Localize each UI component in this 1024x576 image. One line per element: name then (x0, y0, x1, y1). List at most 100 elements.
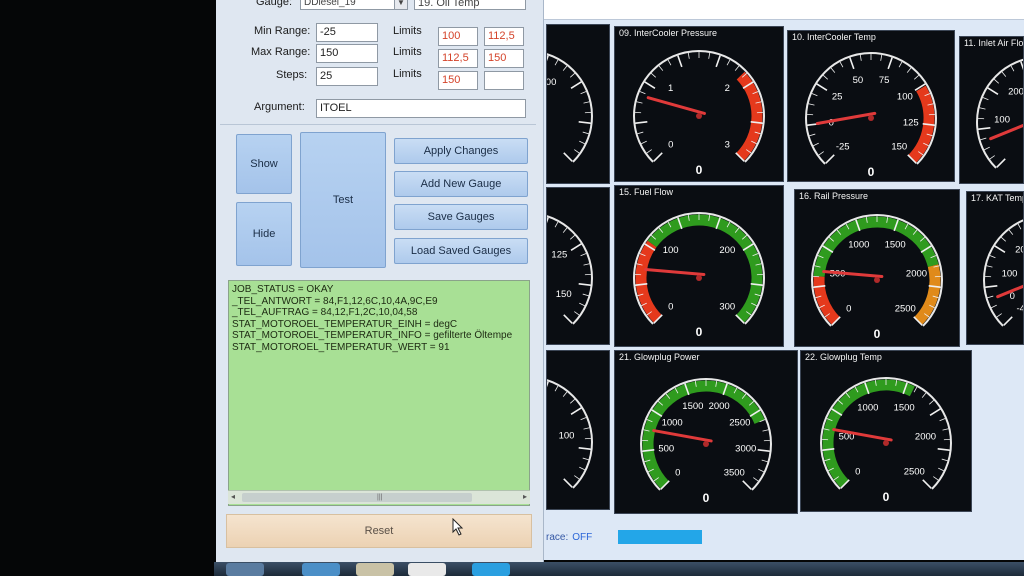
gauge-tick (816, 83, 828, 92)
gauge-hub (874, 277, 880, 283)
gauge-tick-label: 100 (897, 92, 913, 103)
gauge-11-inlet-air-flow[interactable]: 200 100 11. Inlet Air Flow (959, 36, 1024, 184)
gauge-tick (839, 61, 844, 68)
gauge-tick (578, 121, 591, 124)
apply-changes-button[interactable]: Apply Changes (394, 138, 528, 164)
gauge-tick (942, 428, 949, 431)
gauge-tick-label: 100 (1002, 269, 1018, 280)
reset-button[interactable]: Reset (226, 514, 532, 548)
gauge-dial: 100125150 (547, 215, 593, 325)
gauge-tick (996, 158, 1006, 168)
limit-2-high[interactable]: 150 (484, 49, 524, 68)
argument-input[interactable]: ITOEL (316, 99, 526, 118)
gauge-08[interactable]: 75100 (546, 24, 610, 184)
add-new-gauge-button[interactable]: Add New Gauge (394, 171, 528, 197)
gauge-14[interactable]: 100125150 (546, 187, 610, 345)
gauge-select[interactable]: DDiesel_19 ▼ (300, 0, 408, 10)
gauge-tick (569, 399, 575, 404)
status-label: race: (546, 532, 569, 543)
limit-3-low[interactable]: 150 (438, 71, 478, 90)
gauge-20[interactable]: 80100 (546, 350, 610, 510)
gauge-tick-label: 1000 (662, 418, 683, 429)
limits-label-1: Limits (393, 25, 422, 37)
gauge-tick (547, 55, 549, 62)
gauge-reading: 0 (868, 165, 875, 179)
gauge-tick (941, 458, 948, 462)
gauge-tick (563, 478, 573, 488)
gauge-tick (637, 131, 644, 135)
scroll-left-icon[interactable]: ◂ (231, 492, 235, 501)
limit-2-low[interactable]: 112,5 (438, 49, 478, 68)
gauge-tick-label: 1500 (885, 239, 906, 250)
gauge-tick (761, 459, 768, 463)
skype-icon[interactable] (472, 563, 510, 576)
gauge-hub (696, 275, 702, 281)
gauge-tick (667, 59, 672, 66)
gauge-tick (994, 245, 1006, 254)
gauge-tick-label: 3500 (724, 467, 745, 478)
gauge-15-fuel-flow[interactable]: 0 100 200 300 0 15. Fuel Flow (614, 185, 784, 347)
gauge-tick-label: 2000 (906, 269, 927, 280)
taskbar-app-icon[interactable] (226, 563, 264, 576)
gauge-name-field[interactable]: 19. Oil Temp (414, 0, 526, 10)
gauge-tick (849, 57, 855, 70)
response-log[interactable]: JOB_STATUS = OKAY _TEL_ANTWORT = 84,F1,1… (228, 280, 530, 506)
gauge-21-glowplug-power[interactable]: 0 500 1000 1500 2000 2500 3000 3500 0 21. Glowplu… (614, 350, 798, 514)
scroll-right-icon[interactable]: ▸ (523, 492, 527, 501)
limit-1-high[interactable]: 112,5 (484, 27, 524, 46)
gauge-title: 22. Glowplug Temp (805, 352, 882, 362)
gauge-17-kat-temp[interactable]: 2001000-417. KAT Temp (966, 191, 1024, 345)
gauge-tick (859, 54, 862, 61)
gauge-tick (658, 65, 664, 71)
gauge-tick-label: 2500 (729, 418, 750, 429)
load-saved-gauges-button[interactable]: Load Saved Gauges (394, 238, 528, 264)
save-gauges-button[interactable]: Save Gauges (394, 204, 528, 230)
gauge-hub (883, 440, 889, 446)
gauge-tick (582, 131, 589, 135)
gauge-tick (825, 154, 835, 164)
max-range-input[interactable]: 150 (316, 44, 378, 63)
gauge-tick (554, 385, 559, 392)
limit-1-low[interactable]: 100 (438, 27, 478, 46)
gauge-tick (547, 381, 549, 388)
gauge-tick (1003, 316, 1013, 326)
log-horizontal-scrollbar[interactable]: ◂ ||| ▸ (228, 490, 530, 504)
taskbar-app-icon[interactable] (356, 563, 394, 576)
gauge-title: 09. InterCooler Pressure (619, 28, 718, 38)
gauge-hub (696, 113, 702, 119)
gauge-10-intercooler-temp[interactable]: -25 0 25 50 75 100 125 150 0 10. InterCooler Temp (787, 30, 955, 182)
gauge-tick (939, 418, 946, 422)
gauge-tick (928, 400, 934, 405)
show-button[interactable]: Show (236, 134, 292, 194)
taskbar-app-icon[interactable] (302, 563, 340, 576)
gauge-tick (1001, 237, 1007, 242)
gauge-tick-label: 0 (855, 466, 860, 477)
min-range-input[interactable]: -25 (316, 23, 378, 42)
gauge-tick (757, 449, 770, 452)
gauge-tick (753, 477, 759, 482)
gauge-reading: 0 (883, 490, 890, 504)
hide-button[interactable]: Hide (236, 202, 292, 266)
gauge-tick (641, 140, 647, 145)
gauge-16-rail-pressure[interactable]: 0 500 1000 1500 2000 2500 0 16. Rail Pressure (794, 189, 960, 347)
gauge-tick-label: 25 (832, 92, 843, 103)
gauge-dial: 200 100 (976, 58, 1023, 169)
gauge-tick (570, 81, 582, 90)
gauge-tick (938, 467, 944, 472)
taskbar-app-icon[interactable] (408, 563, 446, 576)
steps-input[interactable]: 25 (316, 67, 378, 86)
scrollbar-thumb[interactable]: ||| (242, 493, 472, 502)
gauge-09-intercooler-pressure[interactable]: 0 1 2 3 0 09. InterCooler Pressure (614, 26, 784, 182)
gauge-tick (1001, 71, 1007, 77)
chevron-down-icon[interactable]: ▼ (394, 0, 407, 9)
gauge-tick (813, 142, 819, 147)
gauge-tick (636, 101, 643, 104)
gauge-tick (726, 59, 731, 66)
limit-3-high[interactable] (484, 71, 524, 90)
gauge-22-glowplug-temp[interactable]: 0 500 1000 1500 2000 2500 0 22. Glowplug Temp (800, 350, 972, 512)
test-button[interactable]: Test (300, 132, 386, 268)
gauge-tick (569, 235, 575, 240)
gauge-tick (830, 67, 836, 73)
gauge-tick-label: 100 (994, 114, 1010, 125)
gauge-tick (574, 149, 580, 154)
